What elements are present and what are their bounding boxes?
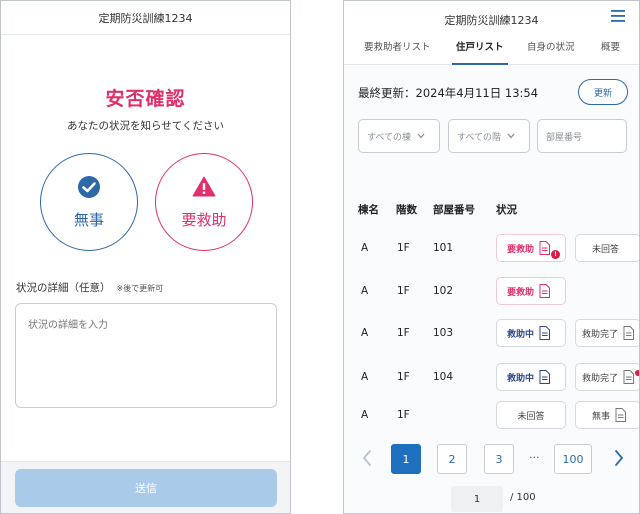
document-icon xyxy=(539,241,551,255)
app-header: 定期防災訓練1234 要救助者リスト 住戸リスト 自身の状況 概要 xyxy=(344,1,639,65)
status-text: 無事 xyxy=(592,411,611,422)
building-filter-select[interactable]: すべての棟 xyxy=(358,119,440,153)
need-rescue-button-label: 要救助 xyxy=(181,210,227,229)
floor-filter-value: すべての階 xyxy=(457,132,502,143)
room-number-input[interactable]: 部屋番号 xyxy=(537,119,627,153)
page-button-1[interactable]: 1 xyxy=(391,444,421,474)
status-text: 救助中 xyxy=(507,373,535,384)
cell-room: 103 xyxy=(433,327,454,339)
status-badge-secondary[interactable]: 無事 xyxy=(575,401,639,429)
cell-building: A xyxy=(361,409,369,421)
app-title: 定期防災訓練1234 xyxy=(444,14,539,27)
cell-floor: 1F xyxy=(397,285,410,297)
status-badge-secondary[interactable]: 救助完了 xyxy=(575,363,639,391)
chevron-down-icon xyxy=(507,133,515,139)
status-text: 救助中 xyxy=(507,329,535,340)
tab-bar: 要救助者リスト 住戸リスト 自身の状況 概要 xyxy=(344,39,639,65)
detail-textarea[interactable] xyxy=(15,303,277,408)
cell-room: 101 xyxy=(433,242,454,254)
safe-button[interactable]: 無事 xyxy=(40,153,138,251)
tab-rescue-list[interactable]: 要救助者リスト xyxy=(364,39,431,65)
status-text: 未回答 xyxy=(517,411,545,422)
status-text: 未回答 xyxy=(592,244,620,255)
cell-room: 102 xyxy=(433,285,454,297)
app-header: 定期防災訓練1234 xyxy=(1,1,290,35)
cell-building: A xyxy=(361,285,369,297)
page-title: 安否確認 xyxy=(105,88,186,110)
status-badge-secondary[interactable]: 未回答 xyxy=(575,234,639,262)
column-header-building: 棟名 xyxy=(358,204,379,216)
need-rescue-button[interactable]: 要救助 xyxy=(155,153,253,251)
app-title: 定期防災訓練1234 xyxy=(98,11,193,25)
column-header-floor: 階数 xyxy=(396,204,417,216)
alert-dot-icon xyxy=(635,370,639,376)
pagination-ellipsis: ··· xyxy=(529,451,540,464)
page-total: / 100 xyxy=(510,492,536,503)
safety-check-screen: 定期防災訓練1234 安否確認 あなたの状況を知らせてください 無事 要救助 状… xyxy=(0,0,291,514)
page-number-input[interactable] xyxy=(451,486,503,512)
status-text: 救助完了 xyxy=(582,329,619,340)
cell-floor: 1F xyxy=(397,327,410,339)
hamburger-menu-icon[interactable] xyxy=(611,10,625,22)
tab-overview[interactable]: 概要 xyxy=(601,39,620,65)
warning-icon xyxy=(192,176,216,196)
room-number-placeholder: 部屋番号 xyxy=(546,132,583,143)
document-icon xyxy=(623,370,635,384)
floor-filter-select[interactable]: すべての階 xyxy=(448,119,530,153)
chevron-left-icon[interactable] xyxy=(360,449,374,467)
status-badge-rescuing[interactable]: 救助中 xyxy=(496,363,566,391)
page-button-last[interactable]: 100 xyxy=(554,444,592,474)
document-icon xyxy=(539,284,551,298)
cell-room: 104 xyxy=(433,371,454,383)
detail-note: ※後で更新可 xyxy=(116,284,164,293)
residence-list-screen: 定期防災訓練1234 要救助者リスト 住戸リスト 自身の状況 概要 最終更新：2… xyxy=(343,0,640,514)
submit-button[interactable]: 送信 xyxy=(15,469,277,507)
safe-button-label: 無事 xyxy=(73,210,104,229)
cell-floor: 1F xyxy=(397,242,410,254)
detail-label-text: 状況の詳細（任意） xyxy=(16,282,111,294)
status-text: 要救助 xyxy=(507,244,535,255)
tab-my-status[interactable]: 自身の状況 xyxy=(527,39,575,65)
building-filter-value: すべての棟 xyxy=(367,132,412,143)
chevron-down-icon xyxy=(417,133,425,139)
check-circle-icon xyxy=(78,175,100,198)
status-badge-secondary[interactable]: 救助完了 xyxy=(575,319,639,347)
cell-floor: 1F xyxy=(397,371,410,383)
document-icon xyxy=(539,326,551,340)
page-button-2[interactable]: 2 xyxy=(437,444,467,474)
page-subtitle: あなたの状況を知らせてください xyxy=(67,120,224,132)
detail-field-label: 状況の詳細（任意） ※後で更新可 xyxy=(16,280,163,295)
page-button-3[interactable]: 3 xyxy=(484,444,514,474)
cell-building: A xyxy=(361,327,369,339)
column-header-status: 状況 xyxy=(496,204,517,216)
refresh-button[interactable]: 更新 xyxy=(578,79,628,105)
status-badge-help[interactable]: 要救助 ! xyxy=(496,234,566,262)
status-badge-help[interactable]: 要救助 xyxy=(496,277,566,305)
column-header-room: 部屋番号 xyxy=(433,204,475,216)
status-badge-rescuing[interactable]: 救助中 xyxy=(496,319,566,347)
cell-floor: 1F xyxy=(397,409,410,421)
chevron-right-icon[interactable] xyxy=(612,449,626,467)
document-icon xyxy=(615,408,627,422)
cell-building: A xyxy=(361,371,369,383)
cell-building: A xyxy=(361,242,369,254)
document-icon xyxy=(539,370,551,384)
status-badge-no-answer[interactable]: 未回答 xyxy=(496,401,566,429)
last-updated-text: 最終更新：2024年4月11日 13:54 xyxy=(358,86,539,100)
document-icon xyxy=(623,326,635,340)
status-text: 要救助 xyxy=(507,287,535,298)
status-text: 救助完了 xyxy=(582,373,619,384)
tab-residence-list[interactable]: 住戸リスト xyxy=(452,39,507,65)
alert-badge-icon: ! xyxy=(551,250,560,259)
